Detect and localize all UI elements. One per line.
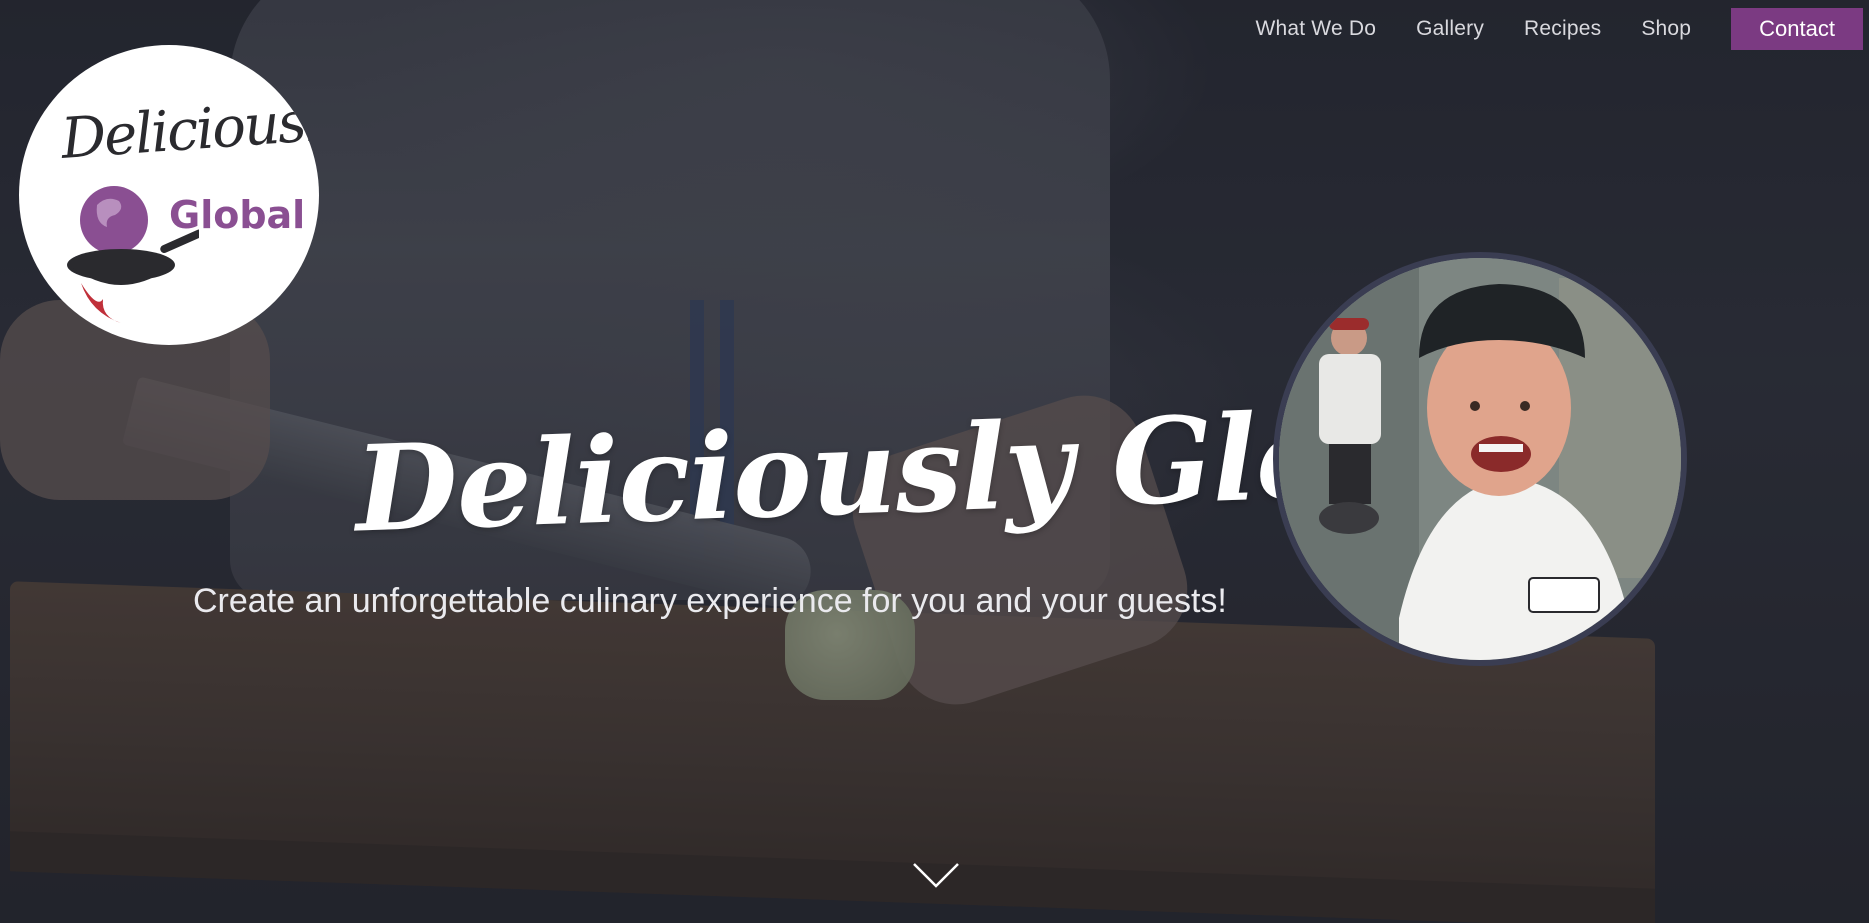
chef-photo-image: [1279, 258, 1681, 660]
contact-button[interactable]: Contact: [1731, 8, 1863, 50]
logo-global-text: Global: [169, 193, 306, 237]
main-nav: What We Do Gallery Recipes Shop Contact: [1235, 8, 1863, 50]
site-logo[interactable]: Deliciously Global: [19, 45, 319, 345]
hero-section: What We Do Gallery Recipes Shop Contact …: [0, 0, 1869, 923]
nav-item-recipes[interactable]: Recipes: [1504, 9, 1621, 49]
nav-item-shop[interactable]: Shop: [1621, 9, 1711, 49]
nav-item-gallery[interactable]: Gallery: [1396, 9, 1504, 49]
logo-pan-globe-icon: [67, 186, 199, 323]
hero-subtitle: Create an unforgettable culinary experie…: [193, 582, 1227, 620]
logo-script-text: Deliciously: [59, 86, 319, 173]
nav-item-what-we-do[interactable]: What We Do: [1235, 9, 1396, 49]
scroll-down-button[interactable]: [912, 860, 960, 890]
chevron-down-icon: [913, 863, 959, 888]
chef-photo: [1273, 252, 1687, 666]
